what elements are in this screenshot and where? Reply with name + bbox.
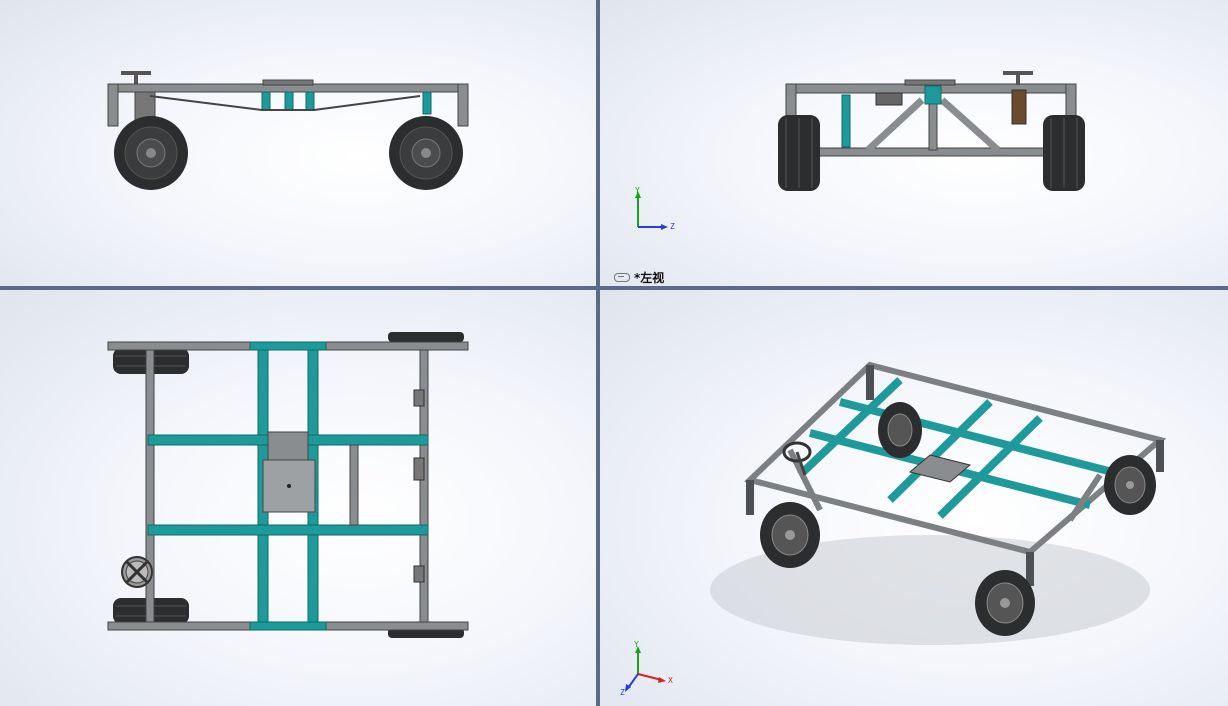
steering-wheel-icon: [121, 556, 153, 588]
steering-wheel-icon: [1003, 71, 1033, 85]
viewport-isometric[interactable]: Y X Z: [600, 290, 1228, 706]
axis-y-label: Y: [634, 640, 639, 649]
teal-post: [422, 91, 432, 115]
teal-post: [261, 91, 271, 111]
left-post: [107, 83, 119, 127]
view-name: *左视: [634, 271, 665, 285]
wheel-right: [1043, 115, 1085, 191]
top-plate: [904, 79, 956, 86]
center-plate: [924, 85, 942, 105]
wheel-left: [114, 116, 188, 190]
top-view-drawing: [107, 332, 469, 638]
wheel-front-right: [975, 570, 1035, 636]
front-view-drawing: [107, 71, 469, 190]
bracket: [875, 92, 903, 106]
wheel-rear-right: [1104, 455, 1156, 515]
center-block: [267, 431, 309, 461]
teal-post: [305, 91, 315, 111]
wheel-left: [778, 115, 820, 191]
viewport-front[interactable]: [0, 0, 596, 286]
wheel-front-left: [760, 502, 820, 568]
view-label: *左视: [614, 269, 664, 286]
isometric-view-drawing: [710, 361, 1167, 645]
steering-column: [1011, 89, 1027, 125]
top-plate: [262, 79, 314, 86]
wheel-rear-left: [878, 402, 922, 458]
axis-z-label: Z: [620, 688, 625, 697]
axis-y-label: Y: [635, 186, 640, 195]
viewport-top[interactable]: [0, 290, 596, 706]
right-post: [457, 83, 469, 127]
diag-brace: [939, 97, 1001, 153]
mount-bracket: [413, 389, 425, 407]
teal-cross-2: [147, 524, 429, 536]
mount-bracket: [413, 565, 425, 583]
link-icon: [614, 273, 630, 282]
mount-bracket: [413, 457, 425, 481]
viewport-left[interactable]: Y Z *左视: [600, 0, 1228, 286]
wheel-right: [389, 116, 463, 190]
wheel-top-right: [388, 332, 464, 342]
inner-rail: [349, 444, 359, 526]
axis-x-label: X: [668, 676, 673, 685]
axis-z-label: Z: [670, 222, 675, 231]
coordinate-triad: Y X Z: [620, 640, 690, 700]
teal-post: [841, 94, 851, 148]
coordinate-triad: Y Z: [630, 185, 700, 245]
diag-brace: [865, 97, 925, 153]
teal-plate-top: [249, 341, 327, 351]
teal-post: [284, 91, 294, 111]
teal-plate-bottom: [249, 621, 327, 631]
